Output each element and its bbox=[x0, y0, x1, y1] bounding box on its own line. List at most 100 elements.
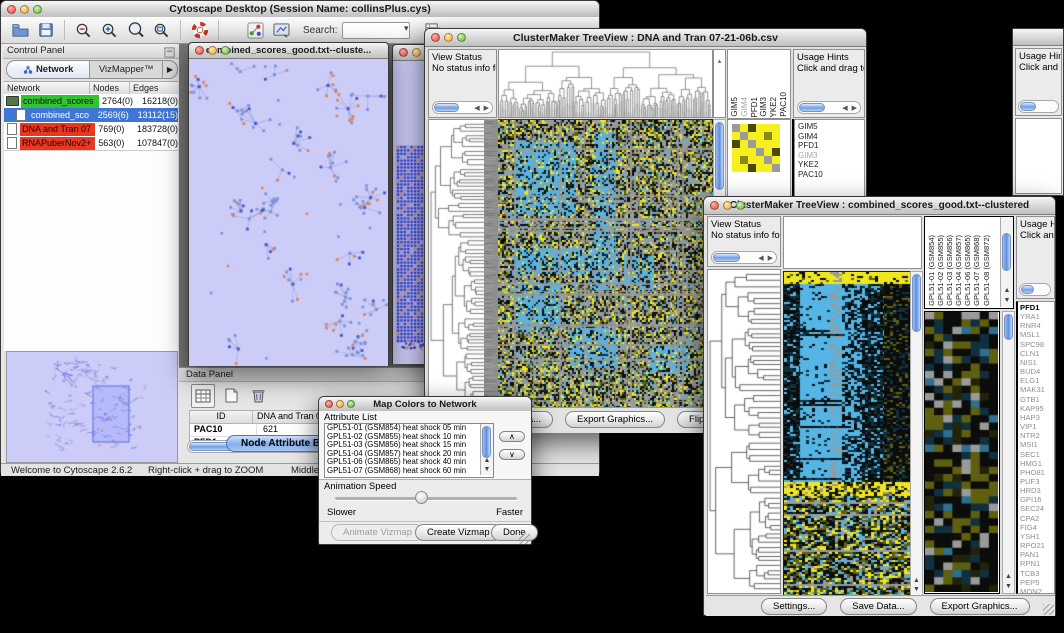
tab-network[interactable]: Network bbox=[7, 61, 89, 78]
scroll-thumb[interactable] bbox=[434, 103, 459, 112]
gene-label[interactable]: GIM5 bbox=[798, 122, 864, 132]
scroll-up-arrow[interactable]: ▲ bbox=[1003, 573, 1014, 581]
scroll-thumb[interactable] bbox=[1021, 285, 1034, 294]
gene-label[interactable]: SPC98 bbox=[1020, 340, 1054, 349]
heatmap-vscrollbar[interactable]: ▲ ▼ bbox=[910, 271, 923, 596]
attribute-list-item[interactable]: GPL51-07 (GSM868) heat shock 60 min bbox=[325, 467, 493, 476]
scroll-thumb[interactable] bbox=[912, 274, 921, 332]
zoom-fit-button[interactable] bbox=[125, 20, 146, 41]
treeview2-button-1[interactable]: Save Data... bbox=[840, 598, 916, 615]
dialog-title-bar[interactable]: Map Colors to Network bbox=[319, 397, 531, 412]
correlation-matrix[interactable] bbox=[732, 124, 780, 172]
close-button[interactable] bbox=[325, 400, 333, 408]
resize-grip[interactable] bbox=[1043, 604, 1054, 615]
gene-label[interactable]: MAK31 bbox=[1020, 385, 1054, 394]
window-controls[interactable] bbox=[710, 201, 745, 210]
matrix-cell[interactable] bbox=[732, 156, 740, 164]
treeview2-button-2[interactable]: Export Graphics... bbox=[930, 598, 1030, 615]
matrix-cell[interactable] bbox=[764, 164, 772, 172]
window-controls[interactable] bbox=[195, 46, 230, 55]
scroll-arrows[interactable]: ◀ ▶ bbox=[758, 254, 774, 263]
column-dendrogram-panel[interactable] bbox=[783, 216, 922, 269]
column-dendrogram-panel[interactable] bbox=[498, 49, 713, 118]
heatmap-panel[interactable] bbox=[498, 119, 713, 407]
zoom-heatmap-canvas[interactable] bbox=[925, 312, 998, 592]
zoom-heatmap-panel[interactable] bbox=[924, 311, 1000, 594]
treeview-partial-title-bar[interactable] bbox=[1013, 29, 1063, 46]
gene-label[interactable]: PAC10 bbox=[798, 170, 864, 180]
gene-label[interactable]: NTR2 bbox=[1020, 431, 1054, 440]
network-canvas-1[interactable] bbox=[189, 59, 388, 366]
minimize-button[interactable] bbox=[336, 400, 344, 408]
column-label[interactable]: GPL51-08 (GSM872) bbox=[983, 235, 991, 306]
scroll-thumb[interactable] bbox=[1002, 233, 1011, 271]
column-label[interactable]: PAC10 bbox=[780, 92, 789, 117]
gene-label[interactable]: CLN1 bbox=[1020, 349, 1054, 358]
gene-label[interactable]: TCB3 bbox=[1020, 569, 1054, 578]
matrix-cell[interactable] bbox=[732, 140, 740, 148]
matrix-cell[interactable] bbox=[756, 148, 764, 156]
matrix-cell[interactable] bbox=[772, 124, 780, 132]
gene-label[interactable]: BUD4 bbox=[1020, 367, 1054, 376]
matrix-cell[interactable] bbox=[740, 148, 748, 156]
row-dendrogram-panel[interactable] bbox=[428, 119, 485, 407]
column-dendrogram-canvas[interactable] bbox=[499, 50, 712, 117]
move-up-button[interactable]: ∧ bbox=[499, 431, 525, 442]
window-controls[interactable] bbox=[325, 400, 355, 408]
treeview1-title-bar[interactable]: ClusterMaker TreeView : DNA and Tran 07-… bbox=[425, 29, 866, 47]
network-window-1-title-bar[interactable]: combined_scores_good.txt--cluste... bbox=[189, 43, 388, 59]
speed-slider-thumb[interactable] bbox=[415, 491, 428, 504]
column-header-nodes[interactable]: Nodes bbox=[90, 82, 130, 94]
gene-label[interactable]: NIS1 bbox=[1020, 358, 1054, 367]
matrix-cell[interactable] bbox=[748, 140, 756, 148]
gene-label[interactable]: PEP5 bbox=[1020, 578, 1054, 587]
scroll-arrows[interactable]: ◀ ▶ bbox=[842, 104, 858, 113]
gene-label[interactable]: FIG4 bbox=[1020, 523, 1054, 532]
matrix-cell[interactable] bbox=[756, 164, 764, 172]
heatmap-panel[interactable] bbox=[783, 271, 911, 596]
column-label[interactable]: GIM5 bbox=[731, 97, 740, 117]
heatmap-canvas[interactable] bbox=[498, 120, 713, 407]
zoom-out-button[interactable] bbox=[73, 20, 94, 41]
tiny-up-arrow[interactable]: ▴ bbox=[718, 58, 722, 65]
labels-vscrollbar[interactable]: ▲ ▼ bbox=[1000, 217, 1013, 307]
matrix-cell[interactable] bbox=[772, 156, 780, 164]
gene-label[interactable]: MSL1 bbox=[1020, 330, 1054, 339]
scroll-down-arrow[interactable]: ▼ bbox=[911, 586, 922, 594]
zoom-selected-button[interactable] bbox=[151, 20, 172, 41]
gene-label[interactable]: RNR4 bbox=[1020, 321, 1054, 330]
usage-hints-scrollbar[interactable]: ◀ ▶ bbox=[797, 101, 861, 114]
row-dendrogram-canvas[interactable] bbox=[429, 120, 484, 406]
tab-vizmapper[interactable]: VizMapper™ bbox=[89, 61, 162, 78]
matrix-cell[interactable] bbox=[756, 132, 764, 140]
view-status-scrollbar[interactable]: ◀ ▶ bbox=[711, 251, 777, 264]
maximize-button[interactable] bbox=[33, 5, 42, 14]
matrix-cell[interactable] bbox=[764, 148, 772, 156]
gene-label[interactable]: PHO81 bbox=[1020, 468, 1054, 477]
scroll-thumb[interactable] bbox=[482, 426, 491, 458]
gene-label[interactable]: CPA2 bbox=[1020, 514, 1054, 523]
scroll-down-arrow[interactable]: ▼ bbox=[481, 466, 493, 474]
view-status-scrollbar[interactable]: ◀ ▶ bbox=[432, 101, 493, 114]
close-button[interactable] bbox=[399, 48, 408, 57]
scroll-up-arrow[interactable]: ▲ bbox=[911, 577, 922, 585]
treeview2-button-0[interactable]: Settings... bbox=[761, 598, 827, 615]
help-lifebuoy-button[interactable] bbox=[189, 20, 210, 41]
scroll-thumb[interactable] bbox=[1004, 314, 1013, 340]
network-table-row[interactable]: RNAPuberNov2+563(0)107847(0) bbox=[4, 136, 178, 150]
scroll-down-arrow[interactable]: ▼ bbox=[1003, 583, 1014, 591]
gene-label[interactable]: PFD1 bbox=[798, 141, 864, 151]
open-session-button[interactable] bbox=[9, 20, 30, 41]
column-label[interactable]: GIM3 bbox=[760, 97, 769, 117]
row-dendrogram-panel[interactable] bbox=[707, 269, 781, 594]
tab-overflow-arrow[interactable]: ▶ bbox=[162, 61, 177, 78]
select-attributes-button[interactable] bbox=[191, 384, 215, 408]
gene-label[interactable]: MON2 bbox=[1020, 587, 1054, 594]
gene-list-vscrollbar[interactable]: ▲ ▼ bbox=[1002, 311, 1015, 594]
heatmap-canvas[interactable] bbox=[784, 272, 910, 595]
usage-hints-scrollbar[interactable] bbox=[1018, 100, 1059, 113]
matrix-cell[interactable] bbox=[772, 140, 780, 148]
treeview2-title-bar[interactable]: ClusterMaker TreeView : combined_scores_… bbox=[704, 197, 1055, 215]
gene-label[interactable]: SEC24 bbox=[1020, 504, 1054, 513]
close-button[interactable] bbox=[710, 201, 719, 210]
